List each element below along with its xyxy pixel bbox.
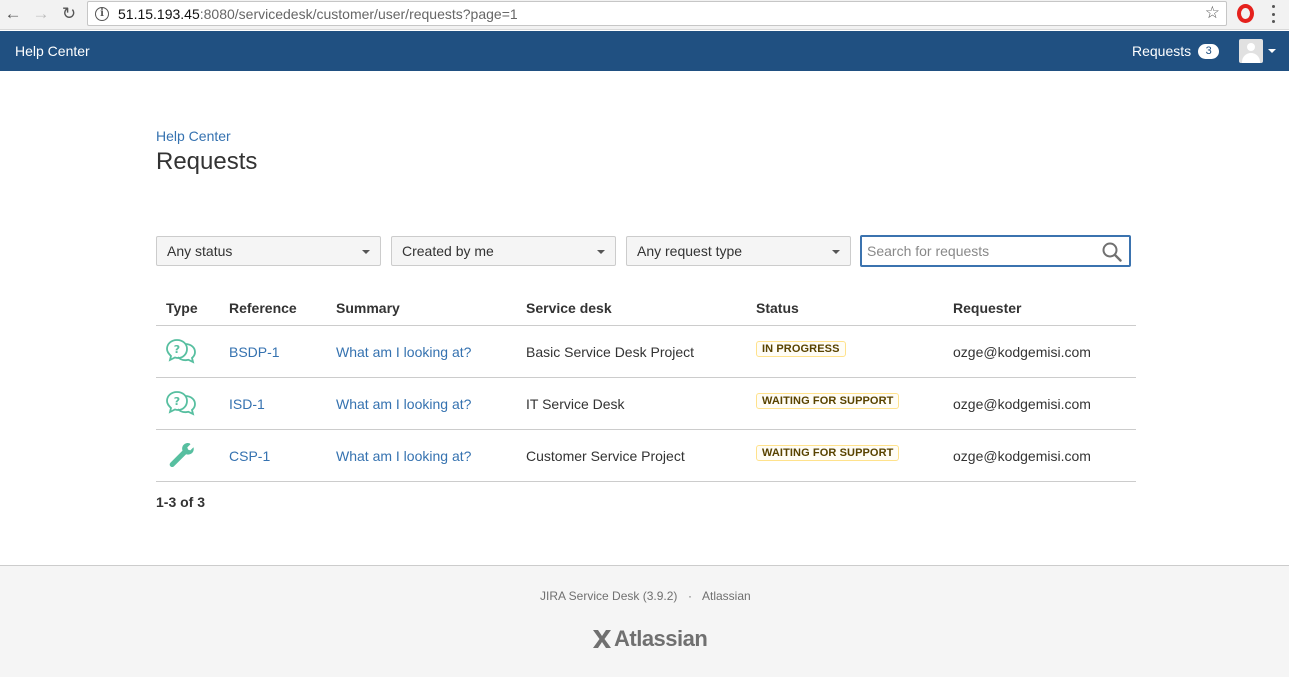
atlassian-link[interactable]: Atlassian — [702, 589, 751, 603]
footer-separator: · — [688, 589, 692, 603]
page-title: Requests — [156, 148, 258, 175]
column-header-type: Type — [166, 300, 198, 316]
pagination-summary: 1-3 of 3 — [156, 494, 206, 510]
app-header: Help Center Requests 3 — [0, 31, 1289, 71]
url-host: 51.15.193.45 — [118, 5, 200, 22]
browser-toolbar: ← → ↻ i 51.15.193.45:8080/servicedesk/cu… — [0, 0, 1289, 30]
table-row[interactable]: ? BSDP-1 What am I looking at? Basic Ser… — [156, 326, 1136, 378]
column-header-summary[interactable]: Summary — [336, 300, 400, 316]
product-version-link[interactable]: JIRA Service Desk (3.9.2) — [540, 589, 677, 603]
request-summary-link[interactable]: What am I looking at? — [336, 448, 471, 464]
status-badge: WAITING FOR SUPPORT — [756, 445, 900, 461]
svg-text:?: ? — [174, 395, 180, 408]
address-bar[interactable]: i 51.15.193.45:8080/servicedesk/customer… — [87, 1, 1227, 26]
table-row[interactable]: CSP-1 What am I looking at? Customer Ser… — [156, 430, 1136, 482]
forward-arrow-icon[interactable]: → — [30, 3, 52, 25]
request-reference-link[interactable]: BSDP-1 — [229, 344, 280, 360]
column-header-status[interactable]: Status — [756, 300, 799, 316]
reload-icon[interactable]: ↻ — [58, 3, 80, 25]
creator-filter-select[interactable]: Created by me — [391, 236, 616, 266]
chevron-down-icon[interactable] — [1268, 49, 1276, 53]
request-reference-link[interactable]: ISD-1 — [229, 396, 265, 412]
search-input[interactable] — [867, 243, 1097, 259]
back-arrow-icon[interactable]: ← — [2, 3, 24, 25]
table-row[interactable]: ? ISD-1 What am I looking at? IT Service… — [156, 378, 1136, 430]
requester-email: ozge@kodgemisi.com — [953, 448, 1091, 464]
info-icon[interactable]: i — [95, 6, 109, 21]
request-summary-link[interactable]: What am I looking at? — [336, 396, 471, 412]
request-type-filter-value: Any request type — [637, 243, 743, 259]
requests-nav-link[interactable]: Requests 3 — [1132, 43, 1220, 59]
service-desk-name: Basic Service Desk Project — [526, 344, 695, 360]
help-center-link[interactable]: Help Center — [15, 43, 90, 59]
requester-email: ozge@kodgemisi.com — [953, 396, 1091, 412]
bookmark-star-icon[interactable]: ☆ — [1205, 3, 1220, 23]
status-badge: WAITING FOR SUPPORT — [756, 393, 900, 409]
status-filter-select[interactable]: Any status — [156, 236, 381, 266]
request-reference-link[interactable]: CSP-1 — [229, 448, 270, 464]
chevron-down-icon — [597, 250, 605, 254]
chevron-down-icon — [362, 250, 370, 254]
page-footer: JIRA Service Desk (3.9.2) · Atlassian At… — [0, 565, 1289, 677]
column-header-reference[interactable]: Reference — [229, 300, 297, 316]
column-header-service-desk[interactable]: Service desk — [526, 300, 612, 316]
url-path: :8080/servicedesk/customer/user/requests… — [199, 5, 518, 22]
service-desk-name: IT Service Desk — [526, 396, 625, 412]
request-summary-link[interactable]: What am I looking at? — [336, 344, 471, 360]
user-avatar[interactable] — [1239, 39, 1263, 63]
breadcrumb[interactable]: Help Center — [156, 128, 231, 144]
url-text[interactable]: 51.15.193.45:8080/servicedesk/customer/u… — [118, 6, 518, 22]
request-type-filter-select[interactable]: Any request type — [626, 236, 851, 266]
svg-text:?: ? — [174, 343, 180, 356]
chevron-down-icon — [832, 250, 840, 254]
status-filter-value: Any status — [167, 243, 233, 259]
logo-text: Atlassian — [614, 626, 708, 651]
column-header-requester[interactable]: Requester — [953, 300, 1021, 316]
opera-icon[interactable] — [1237, 4, 1254, 23]
question-bubble-icon: ? — [166, 391, 196, 416]
search-icon[interactable] — [1101, 241, 1123, 263]
atlassian-logo[interactable]: Atlassian — [591, 626, 708, 652]
requester-email: ozge@kodgemisi.com — [953, 344, 1091, 360]
service-desk-name: Customer Service Project — [526, 448, 685, 464]
requests-count-badge: 3 — [1198, 43, 1220, 59]
wrench-icon — [169, 442, 194, 468]
question-bubble-icon: ? — [166, 339, 196, 364]
requests-label: Requests — [1132, 43, 1192, 59]
search-box — [860, 235, 1131, 267]
status-badge: IN PROGRESS — [756, 341, 846, 357]
browser-menu-icon[interactable] — [1270, 5, 1276, 23]
creator-filter-value: Created by me — [402, 243, 494, 259]
atlassian-logo-icon — [593, 630, 611, 648]
